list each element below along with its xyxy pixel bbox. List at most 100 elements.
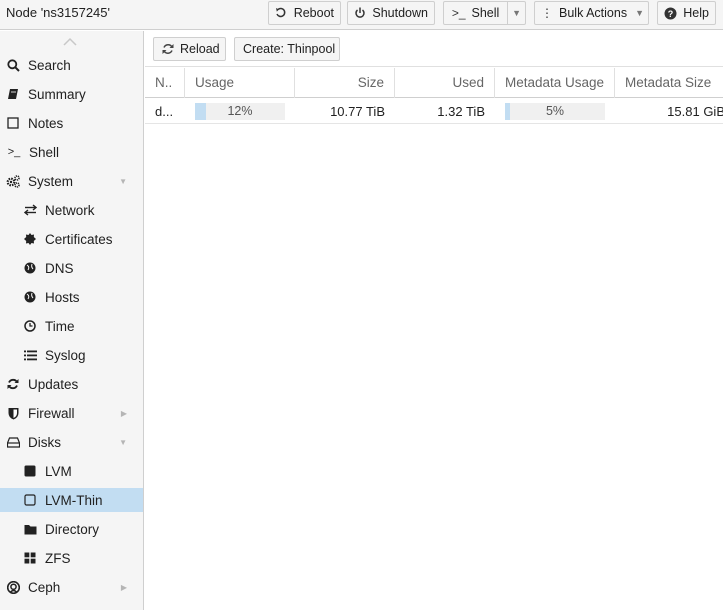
sidebar-item-label: Firewall — [28, 405, 75, 421]
globe-icon — [23, 290, 37, 304]
sidebar-item-label: Disks — [28, 434, 61, 450]
sidebar-item-ceph[interactable]: Ceph ▶ — [0, 575, 143, 599]
question-circle-icon: ? — [664, 7, 677, 20]
cell-size: 10.77 TiB — [330, 104, 385, 119]
reload-label: Reload — [180, 42, 220, 56]
ceph-icon — [6, 580, 20, 594]
chevron-down-icon[interactable]: ▼ — [512, 8, 521, 18]
sidebar-item-label: Directory — [45, 521, 100, 537]
expand-arrow-icon[interactable]: ▶ — [121, 583, 127, 592]
sidebar-item-label: Summary — [28, 86, 86, 102]
search-icon — [6, 58, 20, 72]
sidebar-item-label: LVM — [45, 463, 72, 479]
cell-used: 1.32 TiB — [437, 104, 485, 119]
column-header-metadata-size[interactable]: Metadata Size — [615, 68, 723, 98]
sidebar-item-firewall[interactable]: Firewall ▶ — [0, 401, 143, 425]
note-icon — [6, 116, 20, 130]
bulk-actions-label: Bulk Actions — [559, 6, 628, 20]
sidebar-item-notes[interactable]: Notes — [0, 111, 143, 135]
sidebar-item-label: System — [28, 173, 74, 189]
gears-icon — [6, 174, 20, 188]
cell-name: d... — [155, 104, 174, 119]
sidebar-item-network[interactable]: Network — [0, 198, 143, 222]
sidebar-item-label: Search — [28, 57, 71, 73]
shell-label: Shell — [471, 6, 500, 20]
split-divider — [507, 1, 509, 25]
sidebar-item-label: Ceph — [28, 579, 61, 595]
sidebar-item-shell[interactable]: >_ Shell — [0, 140, 143, 164]
sidebar-item-label: LVM-Thin — [45, 492, 103, 508]
sidebar-item-system[interactable]: System ▼ — [0, 169, 143, 193]
terminal-icon: >_ — [451, 6, 466, 20]
folder-icon — [23, 522, 37, 536]
collapse-arrow-icon[interactable]: ▼ — [119, 177, 127, 186]
cell-metadata-size: 15.81 GiB — [667, 104, 723, 119]
usage-percent: 12% — [227, 104, 253, 118]
panel-toolbar: Reload Create: Thinpool — [145, 31, 723, 67]
scroll-up-icon[interactable] — [63, 35, 77, 46]
sidebar-item-dns[interactable]: DNS — [0, 256, 143, 280]
node-header: Node 'ns3157245' Reboot Shutdown >_ Shel… — [0, 0, 723, 30]
refresh-icon — [6, 377, 20, 391]
shield-icon — [6, 406, 20, 420]
sidebar-item-time[interactable]: Time — [0, 314, 143, 338]
metadata-usage-percent: 5% — [545, 104, 565, 118]
sidebar-item-certificates[interactable]: Certificates — [0, 227, 143, 251]
sidebar-item-hosts[interactable]: Hosts — [0, 285, 143, 309]
chevron-down-icon: ▼ — [635, 8, 645, 18]
list-icon — [23, 348, 37, 362]
sidebar-item-summary[interactable]: Summary — [0, 82, 143, 106]
collapse-arrow-icon[interactable]: ▼ — [119, 438, 127, 447]
th-large-icon — [23, 551, 37, 565]
sidebar-item-lvm[interactable]: LVM — [0, 459, 143, 483]
sidebar-item-search[interactable]: Search — [0, 53, 143, 77]
terminal-icon: >_ — [7, 146, 21, 158]
bulk-actions-button[interactable]: ⋮ Bulk Actions ▼ — [534, 1, 649, 25]
node-title: Node 'ns3157245' — [6, 5, 110, 20]
create-thinpool-button[interactable]: Create: Thinpool — [234, 37, 340, 61]
square-icon — [23, 464, 37, 478]
usage-progress-bar: 12% — [195, 103, 285, 120]
column-header-usage[interactable]: Usage — [185, 68, 295, 98]
sidebar-item-label: Updates — [28, 376, 79, 392]
book-icon — [6, 87, 20, 101]
sidebar-item-label: Hosts — [45, 289, 80, 305]
shell-button[interactable]: >_ Shell ▼ — [443, 1, 526, 25]
clock-icon — [23, 319, 37, 333]
create-thinpool-label: Create: Thinpool — [243, 42, 336, 56]
sidebar-item-disks[interactable]: Disks ▼ — [0, 430, 143, 454]
sidebar-item-lvm-thin[interactable]: LVM-Thin — [0, 488, 143, 512]
sidebar-item-label: DNS — [45, 260, 74, 276]
undo-icon — [275, 7, 288, 19]
ellipsis-vertical-icon: ⋮ — [541, 6, 553, 20]
square-outline-icon — [23, 493, 37, 507]
sidebar-item-label: Network — [45, 202, 95, 218]
node-navigation-sidebar: Search Summary Notes >_ Shell System ▼ N… — [0, 31, 144, 610]
sidebar-item-label: Syslog — [45, 347, 86, 363]
sidebar-item-syslog[interactable]: Syslog — [0, 343, 143, 367]
help-button[interactable]: ? Help — [657, 1, 716, 25]
reboot-button[interactable]: Reboot — [268, 1, 341, 25]
grid-header: N.. Usage Size Used Metadata Usage Metad… — [145, 68, 723, 98]
reboot-label: Reboot — [293, 6, 334, 20]
sidebar-item-updates[interactable]: Updates — [0, 372, 143, 396]
column-header-size[interactable]: Size — [295, 68, 395, 98]
sidebar-item-directory[interactable]: Directory — [0, 517, 143, 541]
expand-arrow-icon[interactable]: ▶ — [121, 409, 127, 418]
shutdown-button[interactable]: Shutdown — [347, 1, 435, 25]
power-icon — [354, 7, 366, 19]
metadata-usage-progress-bar: 5% — [505, 103, 605, 120]
sidebar-item-label: Certificates — [45, 231, 113, 247]
sidebar-item-zfs[interactable]: ZFS — [0, 546, 143, 570]
column-header-used[interactable]: Used — [395, 68, 495, 98]
table-row[interactable]: d... 12% 10.77 TiB 1.32 TiB 5% 15.81 GiB — [145, 99, 723, 124]
sidebar-item-label: ZFS — [45, 550, 71, 566]
column-header-metadata-usage[interactable]: Metadata Usage — [495, 68, 615, 98]
column-header-name[interactable]: N.. — [145, 68, 185, 98]
sidebar-item-label: Shell — [29, 144, 60, 160]
hdd-icon — [6, 435, 20, 449]
shutdown-label: Shutdown — [372, 6, 428, 20]
globe-icon — [23, 261, 37, 275]
exchange-icon — [23, 203, 37, 217]
reload-button[interactable]: Reload — [153, 37, 226, 61]
